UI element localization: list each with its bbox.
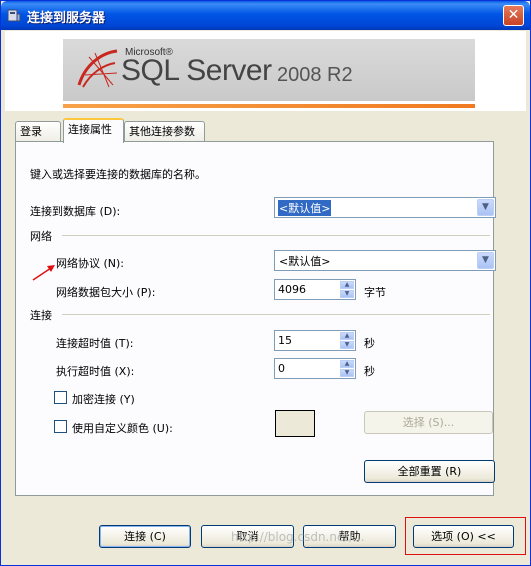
close-button[interactable]: ✕ (503, 5, 524, 26)
annotation-highlight-box (405, 517, 526, 555)
protocol-label: 网络协议 (N): (56, 257, 125, 270)
spin-up-icon[interactable]: ▲ (340, 360, 354, 368)
database-value: <默认值> (278, 200, 332, 216)
spin-down-icon[interactable]: ▼ (340, 341, 354, 349)
window-title: 连接到服务器 (27, 11, 106, 26)
color-swatch[interactable] (275, 410, 315, 437)
banner-accent-line (63, 104, 475, 108)
product-text: SQL Server (121, 54, 272, 87)
select-color-button[interactable]: 选择 (S)... (364, 411, 493, 434)
chevron-down-icon[interactable]: ▼ (477, 199, 494, 216)
watermark-text: http://blog.csdn.net/... (231, 530, 365, 544)
section-network-label: 网络 (30, 230, 52, 243)
section-divider (62, 314, 490, 315)
connection-timeout-unit: 秒 (364, 337, 375, 350)
spin-down-icon[interactable]: ▼ (340, 369, 354, 377)
database-combo[interactable]: <默认值> ▼ (274, 197, 496, 218)
spin-up-icon[interactable]: ▲ (340, 281, 354, 289)
packet-size-label: 网络数据包大小 (P): (56, 286, 156, 299)
spin-up-icon[interactable]: ▲ (340, 332, 354, 340)
connection-timeout-label: 连接超时值 (T): (56, 337, 134, 350)
execution-timeout-label: 执行超时值 (X): (56, 365, 135, 378)
connection-timeout-value: 15 (278, 334, 292, 347)
protocol-value: <默认值> (279, 255, 331, 268)
connect-button[interactable]: 连接 (C) (99, 525, 191, 548)
custom-color-label: 使用自定义颜色 (U): (72, 422, 173, 435)
server-icon (7, 9, 21, 22)
reset-all-button[interactable]: 全部重置 (R) (364, 460, 495, 483)
connection-timeout-stepper[interactable]: 15 ▲ ▼ (274, 330, 356, 351)
annotation-arrow-icon (32, 265, 55, 281)
packet-size-stepper[interactable]: 4096 ▲ ▼ (274, 279, 356, 300)
packet-size-value: 4096 (278, 283, 306, 296)
execution-timeout-stepper[interactable]: 0 ▲ ▼ (274, 358, 356, 379)
title-bar[interactable]: 连接到服务器 ✕ (1, 1, 530, 30)
encrypt-label: 加密连接 (Y) (72, 393, 135, 406)
instruction-text: 键入或选择要连接的数据库的名称。 (30, 168, 206, 181)
section-connection-label: 连接 (30, 309, 52, 322)
spin-down-icon[interactable]: ▼ (340, 290, 354, 298)
encrypt-checkbox[interactable] (54, 391, 67, 404)
protocol-combo[interactable]: <默认值> ▼ (274, 250, 496, 271)
sql-server-logo-icon (77, 49, 118, 88)
execution-timeout-value: 0 (278, 362, 285, 375)
connection-properties-panel: 键入或选择要连接的数据库的名称。 连接到数据库 (D): <默认值> ▼ 网络 … (15, 141, 496, 496)
version-text: 2008 R2 (277, 64, 353, 86)
chevron-down-icon[interactable]: ▼ (477, 252, 494, 269)
connect-dialog: 连接到服务器 ✕ Microsoft® SQL Server 2008 R2 登… (0, 0, 531, 566)
section-divider (62, 235, 490, 236)
custom-color-checkbox[interactable] (54, 420, 67, 433)
database-label: 连接到数据库 (D): (30, 205, 121, 218)
tab-additional-parameters[interactable]: 其他连接参数 (124, 121, 205, 142)
execution-timeout-unit: 秒 (364, 365, 375, 378)
tab-connection-properties[interactable]: 连接属性 (63, 118, 124, 143)
packet-size-unit: 字节 (364, 286, 386, 299)
